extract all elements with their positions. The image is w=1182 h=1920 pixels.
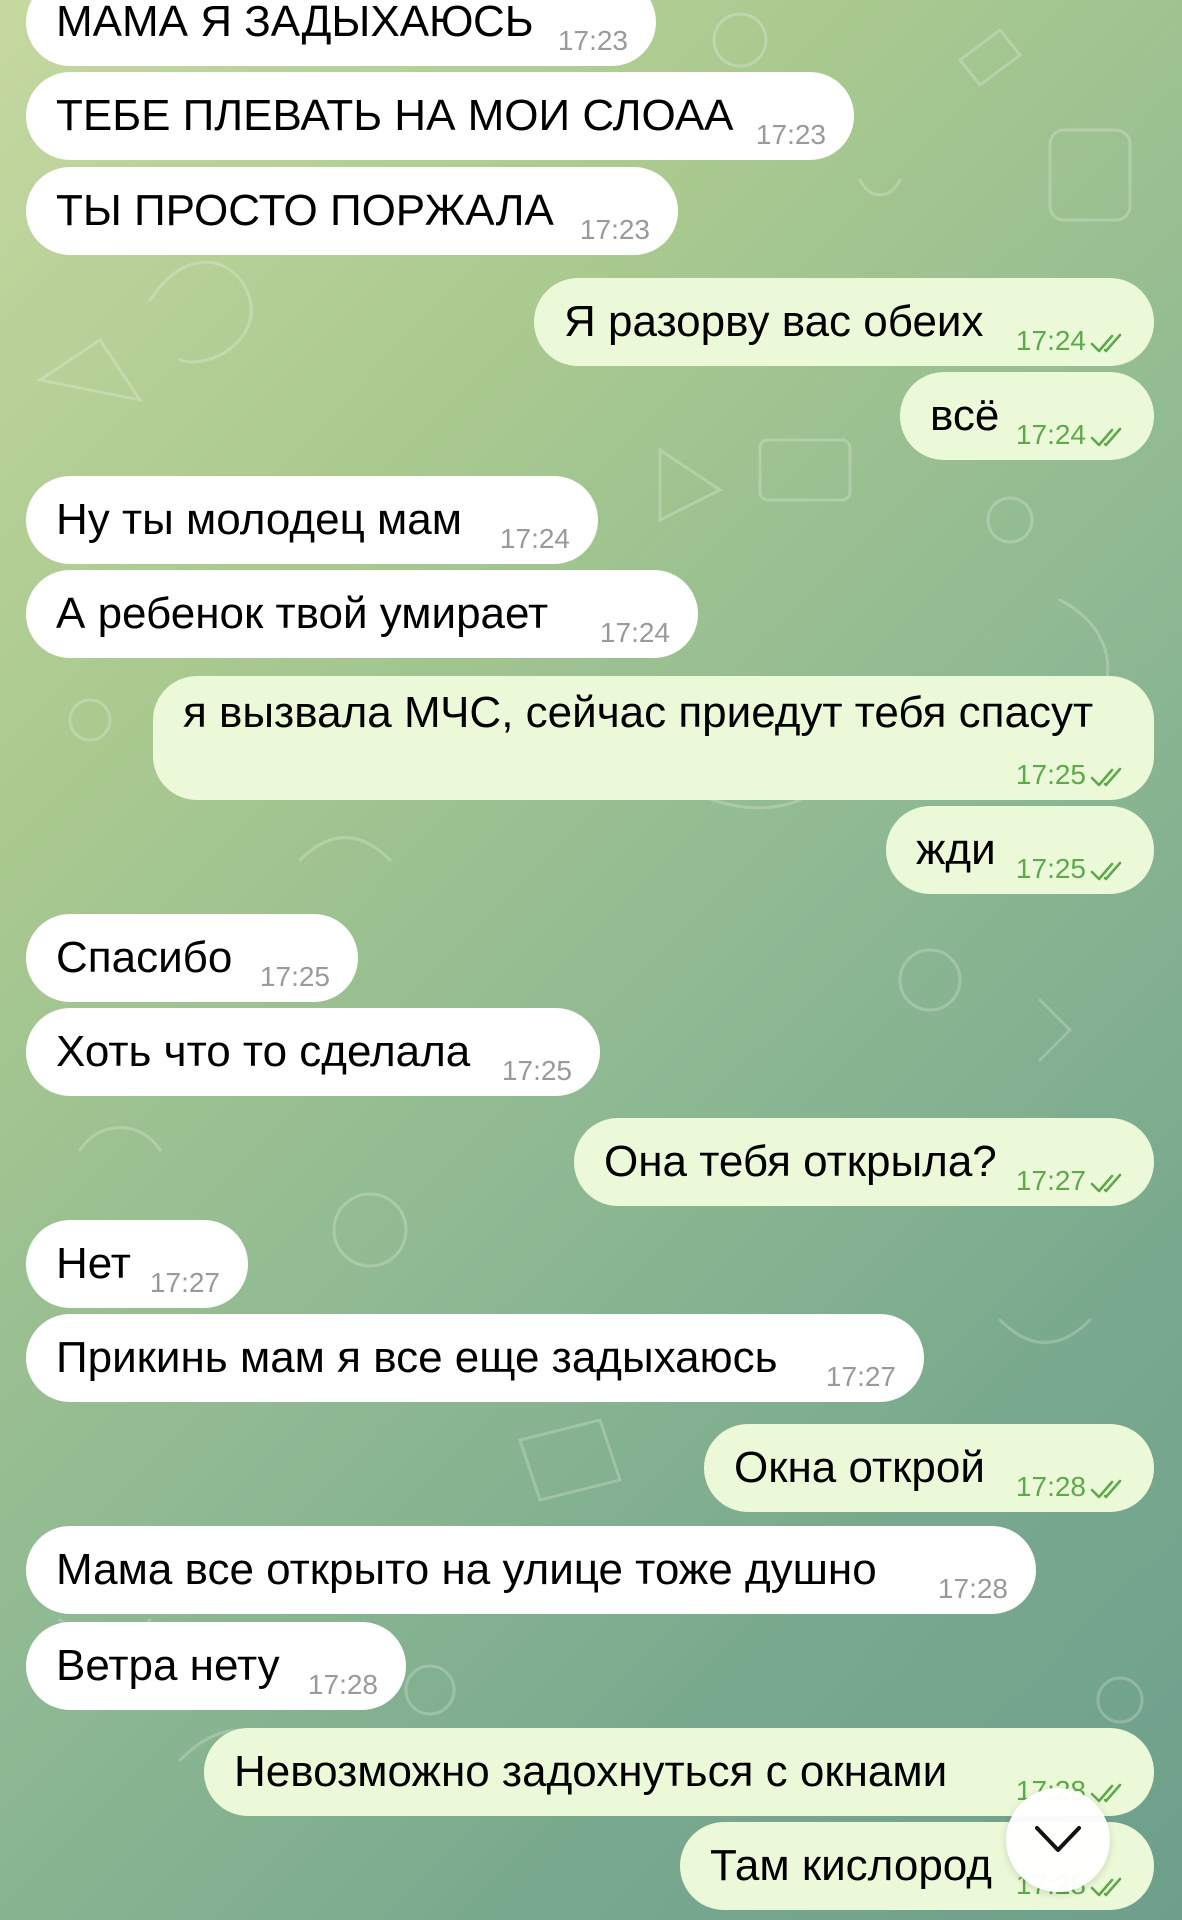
message-text: Ветра нету [56,1641,280,1690]
read-double-check-icon [1090,427,1122,446]
message-meta: 17:23 [756,120,826,150]
message-text: Мама все открыто на улице тоже душно [56,1545,877,1594]
incoming-message[interactable]: Мама все открыто на улице тоже душно 17:2… [26,1526,1036,1614]
message-time: 17:24 [1015,419,1086,450]
read-double-check-icon [1090,1173,1122,1192]
outgoing-message[interactable]: я вызвала МЧС, сейчас приедут тебя спасу… [153,676,1154,800]
message-time: 17:25 [259,961,330,992]
message-time: 17:24 [1015,325,1086,356]
message-text: ТЕБЕ ПЛЕВАТЬ НА МОИ СЛОАА [56,91,734,140]
message-text: Там кислород [710,1841,992,1890]
message-meta: 17:23 [580,215,650,245]
message-time: 17:24 [499,523,570,554]
message-time: 17:24 [599,617,670,648]
incoming-message[interactable]: А ребенок твой умирает 17:24 [26,570,698,658]
incoming-message[interactable]: Прикинь мам я все еще задыхаюсь 17:27 [26,1314,924,1402]
read-double-check-icon [1090,1783,1122,1802]
read-double-check-icon [1090,1479,1122,1498]
message-text: Она тебя открыла? [604,1137,997,1186]
message-text: я вызвала МЧС, сейчас приедут тебя спасу… [183,688,1094,737]
message-meta: 17:27 [826,1362,896,1392]
message-meta: 17:27 [150,1268,220,1298]
outgoing-message[interactable]: Окна открой 17:28 [704,1424,1154,1512]
incoming-message[interactable]: Спасибо 17:25 [26,914,358,1002]
incoming-message[interactable]: Нет 17:27 [26,1220,248,1308]
message-meta: 17:24 [500,524,570,554]
message-time: 17:23 [755,119,826,150]
message-time: 17:28 [307,1669,378,1700]
message-time: 17:23 [579,214,650,245]
read-double-check-icon [1090,333,1122,352]
message-text: Хоть что то сделала [56,1027,471,1076]
message-meta: 17:24 [1016,420,1130,450]
chat-message-list[interactable]: МАМА Я ЗАДЫХАЮСЬ 17:23 ТЕБЕ ПЛЕВАТЬ НА МОИ… [0,0,1182,1920]
read-double-check-icon [1090,861,1122,880]
message-meta: 17:27 [1016,1166,1130,1196]
message-text: Прикинь мам я все еще задыхаюсь [56,1333,778,1382]
message-meta: 17:28 [1016,1472,1130,1502]
message-time: 17:23 [557,25,628,56]
message-time: 17:25 [1015,853,1086,884]
message-meta: 17:25 [1016,854,1130,884]
read-double-check-icon [1090,1877,1122,1896]
message-meta: 17:25 [502,1056,572,1086]
message-meta: 17:25 [260,962,330,992]
outgoing-message[interactable]: жди 17:25 [886,806,1154,894]
message-text: ТЫ ПРОСТО ПОРЖАЛА [56,186,554,235]
message-text: Окна открой [734,1443,985,1492]
message-meta: 17:24 [600,618,670,648]
outgoing-message[interactable]: Я разорву вас обеих 17:24 [534,278,1154,366]
message-meta: 17:28 [938,1574,1008,1604]
incoming-message[interactable]: Хоть что то сделала 17:25 [26,1008,600,1096]
incoming-message[interactable]: ТЕБЕ ПЛЕВАТЬ НА МОИ СЛОАА 17:23 [26,72,854,160]
message-meta: 17:25 [1016,760,1130,790]
incoming-message[interactable]: Ну ты молодец мам 17:24 [26,476,598,564]
message-text: всё [930,391,1000,440]
chevron-down-icon [1035,1826,1081,1852]
message-time: 17:28 [1015,1471,1086,1502]
message-text: Невозможно задохнуться с окнами [234,1747,948,1796]
message-text: А ребенок твой умирает [56,589,549,638]
scroll-to-bottom-button[interactable] [1006,1788,1110,1892]
outgoing-message[interactable]: Она тебя открыла? 17:27 [574,1118,1154,1206]
incoming-message[interactable]: ТЫ ПРОСТО ПОРЖАЛА 17:23 [26,167,678,255]
incoming-message[interactable]: МАМА Я ЗАДЫХАЮСЬ 17:23 [26,0,656,66]
message-meta: 17:23 [558,26,628,56]
outgoing-message[interactable]: всё 17:24 [900,372,1154,460]
message-time: 17:27 [149,1267,220,1298]
message-text: жди [916,825,996,874]
message-meta: 17:24 [1016,326,1130,356]
message-meta: 17:28 [308,1670,378,1700]
message-text: Нет [56,1239,131,1288]
read-double-check-icon [1090,767,1122,786]
message-text: МАМА Я ЗАДЫХАЮСЬ [56,0,534,46]
outgoing-message[interactable]: Невозможно задохнуться с окнами17:28 [204,1728,1154,1816]
incoming-message[interactable]: Ветра нету 17:28 [26,1622,406,1710]
message-time: 17:27 [825,1361,896,1392]
message-text: Спасибо [56,933,233,982]
message-time: 17:27 [1015,1165,1086,1196]
message-time: 17:25 [501,1055,572,1086]
message-text: Я разорву вас обеих [564,297,984,346]
message-text: Ну ты молодец мам [56,495,462,544]
message-time: 17:25 [1015,759,1086,790]
message-time: 17:28 [937,1573,1008,1604]
